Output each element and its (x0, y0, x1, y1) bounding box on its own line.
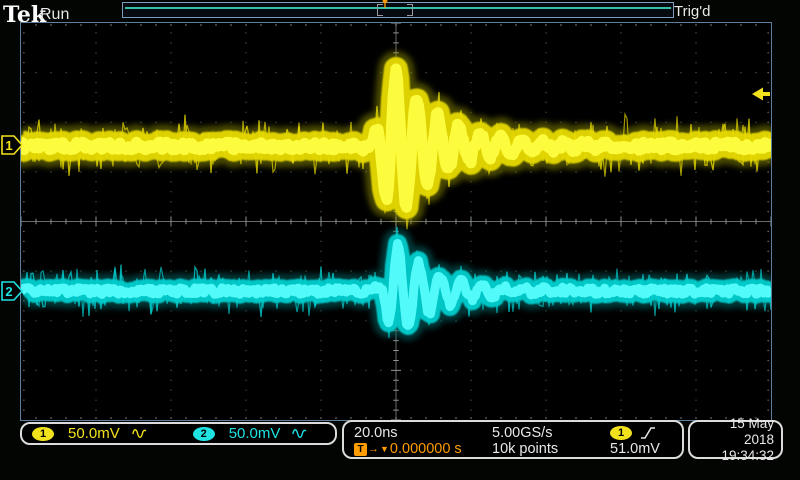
trigger-status: Trig'd (674, 3, 711, 20)
trigger-level-value: 51.0mV (610, 441, 660, 457)
time-label: 19:34:32 (721, 447, 774, 463)
right-arrow-icon: → (368, 443, 379, 455)
datetime-box: 15 May 2018 19:34:32 (688, 416, 783, 463)
channel1-marker[interactable]: 1 (1, 134, 23, 156)
horizontal-trigger-readout-box[interactable]: 20.0ns 5.00GS/s 1 T → ▼ 0.000000 s 10k p… (342, 420, 684, 459)
rising-edge-slope-icon (640, 426, 656, 440)
channel-readout-box[interactable]: 1 50.0mV 2 50.0mV (20, 422, 337, 445)
channel2-marker[interactable]: 2 (1, 280, 23, 302)
trigger-delay-value: 0.000000 s (389, 441, 462, 457)
channel1-scale: 50.0mV (68, 425, 120, 442)
waveform-display (21, 23, 771, 420)
horizontal-readout-row: 20.0ns 5.00GS/s 1 (354, 425, 674, 441)
channel1-marker-label: 1 (5, 138, 12, 153)
channel2-scale: 50.0mV (228, 425, 281, 442)
trigger-readout-row: T → ▼ 0.000000 s 10k points 51.0mV (354, 441, 674, 457)
sample-rate: 5.00GS/s (492, 425, 553, 441)
channel2-ac-coupling-icon (292, 427, 307, 440)
trigger-t-icon: T (354, 442, 367, 456)
down-arrow-icon (381, 0, 389, 21)
channel1-badge[interactable]: 1 (32, 426, 54, 441)
channel2-badge[interactable]: 2 (192, 426, 215, 441)
record-length: 10k points (492, 441, 559, 457)
trigger-position-bar-icon[interactable]: T (377, 0, 393, 21)
window-bracket-right-icon (407, 4, 413, 16)
trigger-source-badge[interactable]: 1 (610, 426, 632, 440)
date-label: 15 May 2018 (729, 415, 774, 447)
channel1-ac-coupling-icon (132, 427, 147, 440)
graticule (20, 22, 772, 421)
time-per-division: 20.0ns (354, 425, 398, 441)
acquisition-position-bar[interactable]: T (122, 0, 674, 21)
trigger-level-arrow-icon[interactable] (751, 87, 770, 101)
delay-marker-icon: ▼ (380, 444, 389, 454)
oscilloscope-screen: Tek Run T Trig'd T 1 2 1 (0, 0, 800, 480)
acquisition-preview-line (125, 7, 671, 9)
channel2-marker-label: 2 (5, 284, 12, 299)
